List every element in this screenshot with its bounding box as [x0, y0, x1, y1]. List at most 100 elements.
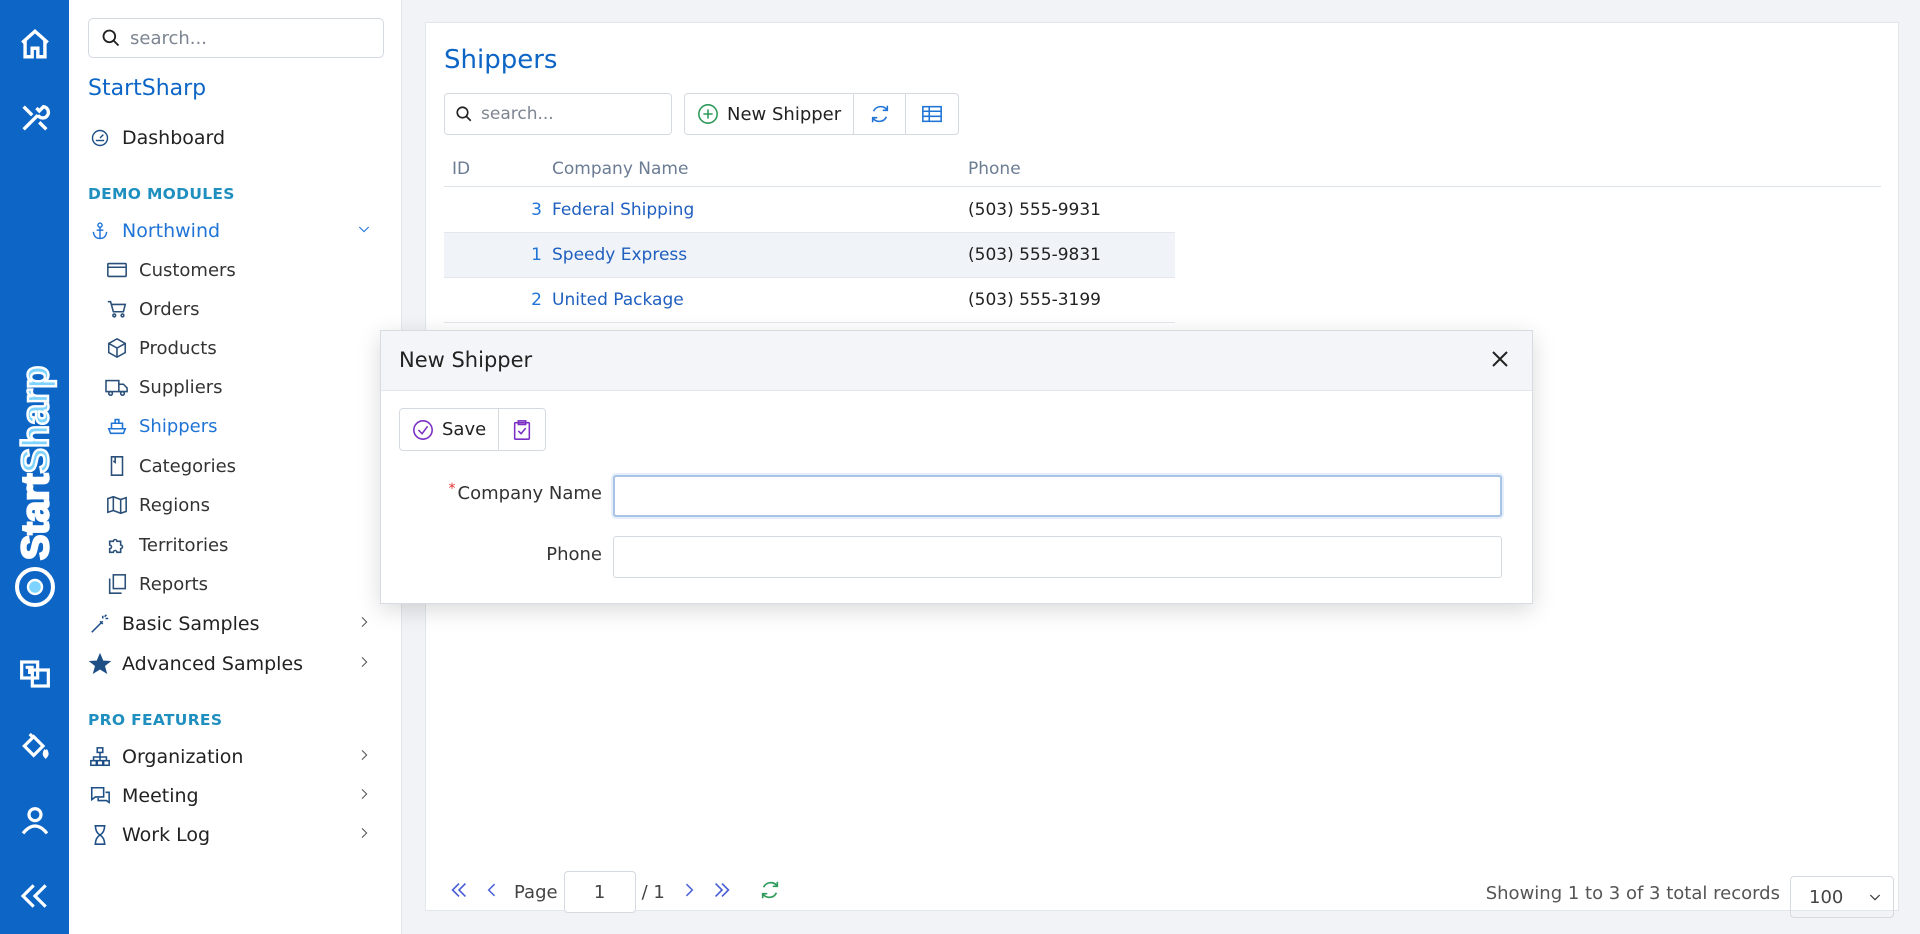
nav-northwind[interactable]: Northwind — [88, 215, 388, 247]
wand-icon — [88, 612, 112, 636]
nav-basic-samples[interactable]: Basic Samples — [88, 608, 388, 640]
col-header-company-name[interactable]: Company Name — [552, 159, 688, 179]
sidebar-item-suppliers[interactable]: Suppliers — [105, 371, 223, 403]
column-picker-button[interactable] — [906, 94, 958, 134]
sidebar-item-orders[interactable]: Orders — [105, 293, 200, 325]
search-icon — [456, 106, 472, 122]
chevron-right-icon — [356, 785, 372, 807]
nav-basic-samples-label: Basic Samples — [122, 613, 260, 635]
bookmark-icon — [105, 454, 129, 478]
home-icon[interactable] — [0, 20, 69, 68]
cell-company-link[interactable]: United Package — [552, 290, 684, 310]
nav-organization-label: Organization — [122, 746, 244, 768]
dialog-header: New Shipper — [381, 331, 1532, 391]
chevron-down-icon — [356, 220, 372, 242]
table-row[interactable]: 2 United Package (503) 555-3199 — [444, 278, 1175, 323]
page-total: / 1 — [641, 881, 665, 903]
cell-id: 2 — [531, 290, 542, 310]
sidebar-item-products[interactable]: Products — [105, 332, 217, 364]
dialog-title: New Shipper — [399, 348, 533, 372]
grid-search-input[interactable] — [481, 104, 661, 124]
sidebar-item-shippers[interactable]: Shippers — [105, 410, 218, 442]
nav-meeting[interactable]: Meeting — [88, 780, 388, 812]
translate-icon[interactable] — [0, 650, 69, 698]
clipboard-check-icon — [514, 419, 531, 440]
sidebar-item-label: Products — [139, 337, 217, 359]
user-icon[interactable] — [0, 796, 69, 844]
page-number-input[interactable] — [563, 871, 636, 913]
ship-icon — [105, 414, 129, 438]
sidebar-item-label: Reports — [139, 573, 209, 595]
last-page-icon[interactable] — [711, 879, 733, 906]
table-row[interactable]: 1 Speedy Express (503) 555-9831 — [444, 233, 1175, 278]
table-columns-icon — [922, 105, 943, 123]
col-header-id[interactable]: ID — [452, 159, 470, 179]
pager-refresh-icon[interactable] — [759, 879, 781, 906]
sidebar-item-label: Customers — [139, 259, 236, 281]
cell-id: 1 — [531, 245, 542, 265]
sidebar-item-label: Territories — [139, 534, 229, 556]
collapse-icon[interactable] — [0, 872, 69, 920]
map-icon — [105, 493, 129, 517]
table-row[interactable]: 3 Federal Shipping (503) 555-9931 — [444, 188, 1175, 233]
refresh-button[interactable] — [854, 94, 907, 134]
sidebar-item-regions[interactable]: Regions — [105, 489, 210, 521]
sidebar-item-customers[interactable]: Customers — [105, 254, 236, 286]
dialog-toolbar: Save — [399, 408, 547, 451]
copy-icon — [105, 572, 129, 596]
new-shipper-button[interactable]: New Shipper — [685, 94, 855, 134]
sidebar-item-label: Categories — [139, 455, 237, 477]
sidebar-item-territories[interactable]: Territories — [105, 529, 228, 561]
grid-search[interactable] — [444, 93, 672, 135]
sidebar: StartSharp Dashboard DEMO MODULES Northw… — [69, 0, 402, 934]
app-title[interactable]: StartSharp — [88, 76, 206, 101]
apply-button[interactable] — [499, 409, 545, 450]
sidebar-item-categories[interactable]: Categories — [105, 450, 236, 482]
box-icon — [105, 336, 129, 360]
cell-id: 3 — [531, 200, 542, 220]
sidebar-item-label: Suppliers — [139, 376, 223, 398]
prev-page-icon[interactable] — [482, 880, 502, 905]
paint-bucket-icon[interactable] — [0, 722, 69, 770]
phone-input[interactable] — [613, 536, 1502, 578]
cell-company-link[interactable]: Speedy Express — [552, 245, 687, 265]
cell-company-link[interactable]: Federal Shipping — [552, 200, 694, 220]
chevron-right-icon — [356, 613, 372, 635]
nav-advanced-samples[interactable]: Advanced Samples — [88, 648, 388, 680]
company-name-label: * Company Name — [449, 481, 602, 504]
tools-icon[interactable] — [0, 94, 69, 142]
chat-icon — [88, 784, 112, 808]
check-circle-icon — [413, 419, 433, 440]
new-shipper-label: New Shipper — [727, 103, 842, 125]
sidebar-item-reports[interactable]: Reports — [105, 568, 208, 600]
cell-phone: (503) 555-9931 — [968, 200, 1101, 220]
refresh-icon — [871, 105, 888, 123]
col-header-phone[interactable]: Phone — [968, 159, 1021, 179]
first-page-icon[interactable] — [448, 879, 470, 906]
grid-header: ID Company Name Phone — [444, 151, 1881, 187]
next-page-icon[interactable] — [679, 880, 699, 905]
close-icon[interactable] — [1488, 347, 1512, 375]
nav-work-log[interactable]: Work Log — [88, 819, 388, 851]
truck-icon — [105, 375, 129, 399]
anchor-icon — [88, 219, 112, 243]
nav-work-log-label: Work Log — [122, 824, 211, 846]
company-name-input[interactable] — [613, 475, 1502, 517]
star-icon — [88, 652, 112, 676]
nav-organization[interactable]: Organization — [88, 741, 388, 773]
sidebar-search-input[interactable] — [130, 27, 370, 49]
org-chart-icon — [88, 745, 112, 769]
page-title: Shippers — [444, 45, 558, 75]
hourglass-icon — [88, 823, 112, 847]
page-size-select[interactable]: 100 — [1790, 876, 1894, 918]
nav-meeting-label: Meeting — [122, 785, 199, 807]
grid-toolbar: New Shipper — [684, 93, 960, 135]
pager: Page / 1 — [448, 871, 781, 913]
save-button[interactable]: Save — [400, 409, 500, 450]
new-shipper-dialog: New Shipper Save * Company Name Phone — [380, 330, 1533, 604]
nav-dashboard[interactable]: Dashboard — [88, 122, 225, 154]
chevron-right-icon — [356, 746, 372, 768]
brand-logo: StartSharp — [4, 360, 66, 620]
sidebar-search[interactable] — [88, 18, 384, 58]
page-size-value: 100 — [1809, 886, 1844, 908]
